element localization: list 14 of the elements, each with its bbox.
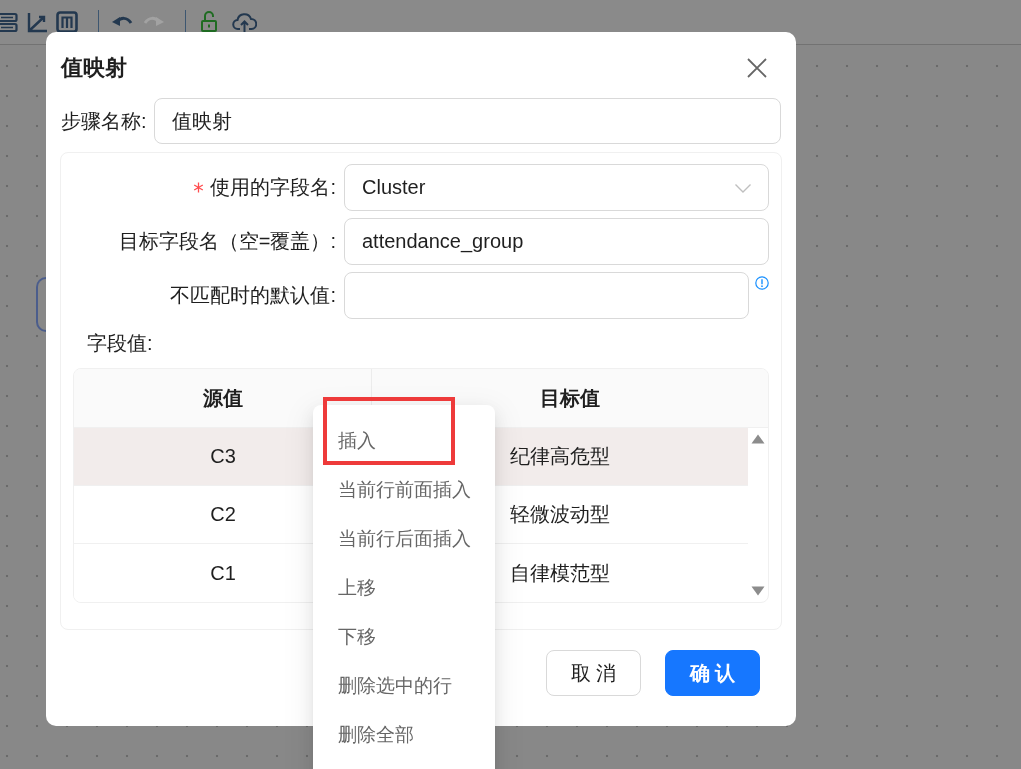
column-header: 源值 xyxy=(202,385,243,411)
field-label: 使用的字段名: xyxy=(210,175,336,200)
field-label: 不匹配时的默认值: xyxy=(170,283,336,308)
step-name-label: 步骤名称: xyxy=(61,108,147,134)
table-cell: C1 xyxy=(210,561,236,585)
table-cell-text: 轻微波动型 xyxy=(510,502,610,527)
field-values-label: 字段值: xyxy=(87,330,153,356)
table-cell-text: 自律模范型 xyxy=(510,560,610,586)
table-cell: C2 xyxy=(210,503,236,526)
table-cell: C3 xyxy=(210,445,236,468)
dialog-title: 值映射 xyxy=(61,54,127,82)
table-cell-text: 纪律高危型 xyxy=(510,444,610,469)
column-header: 目标值 xyxy=(540,385,600,411)
field-label: 目标字段名（空=覆盖）: xyxy=(118,229,336,254)
